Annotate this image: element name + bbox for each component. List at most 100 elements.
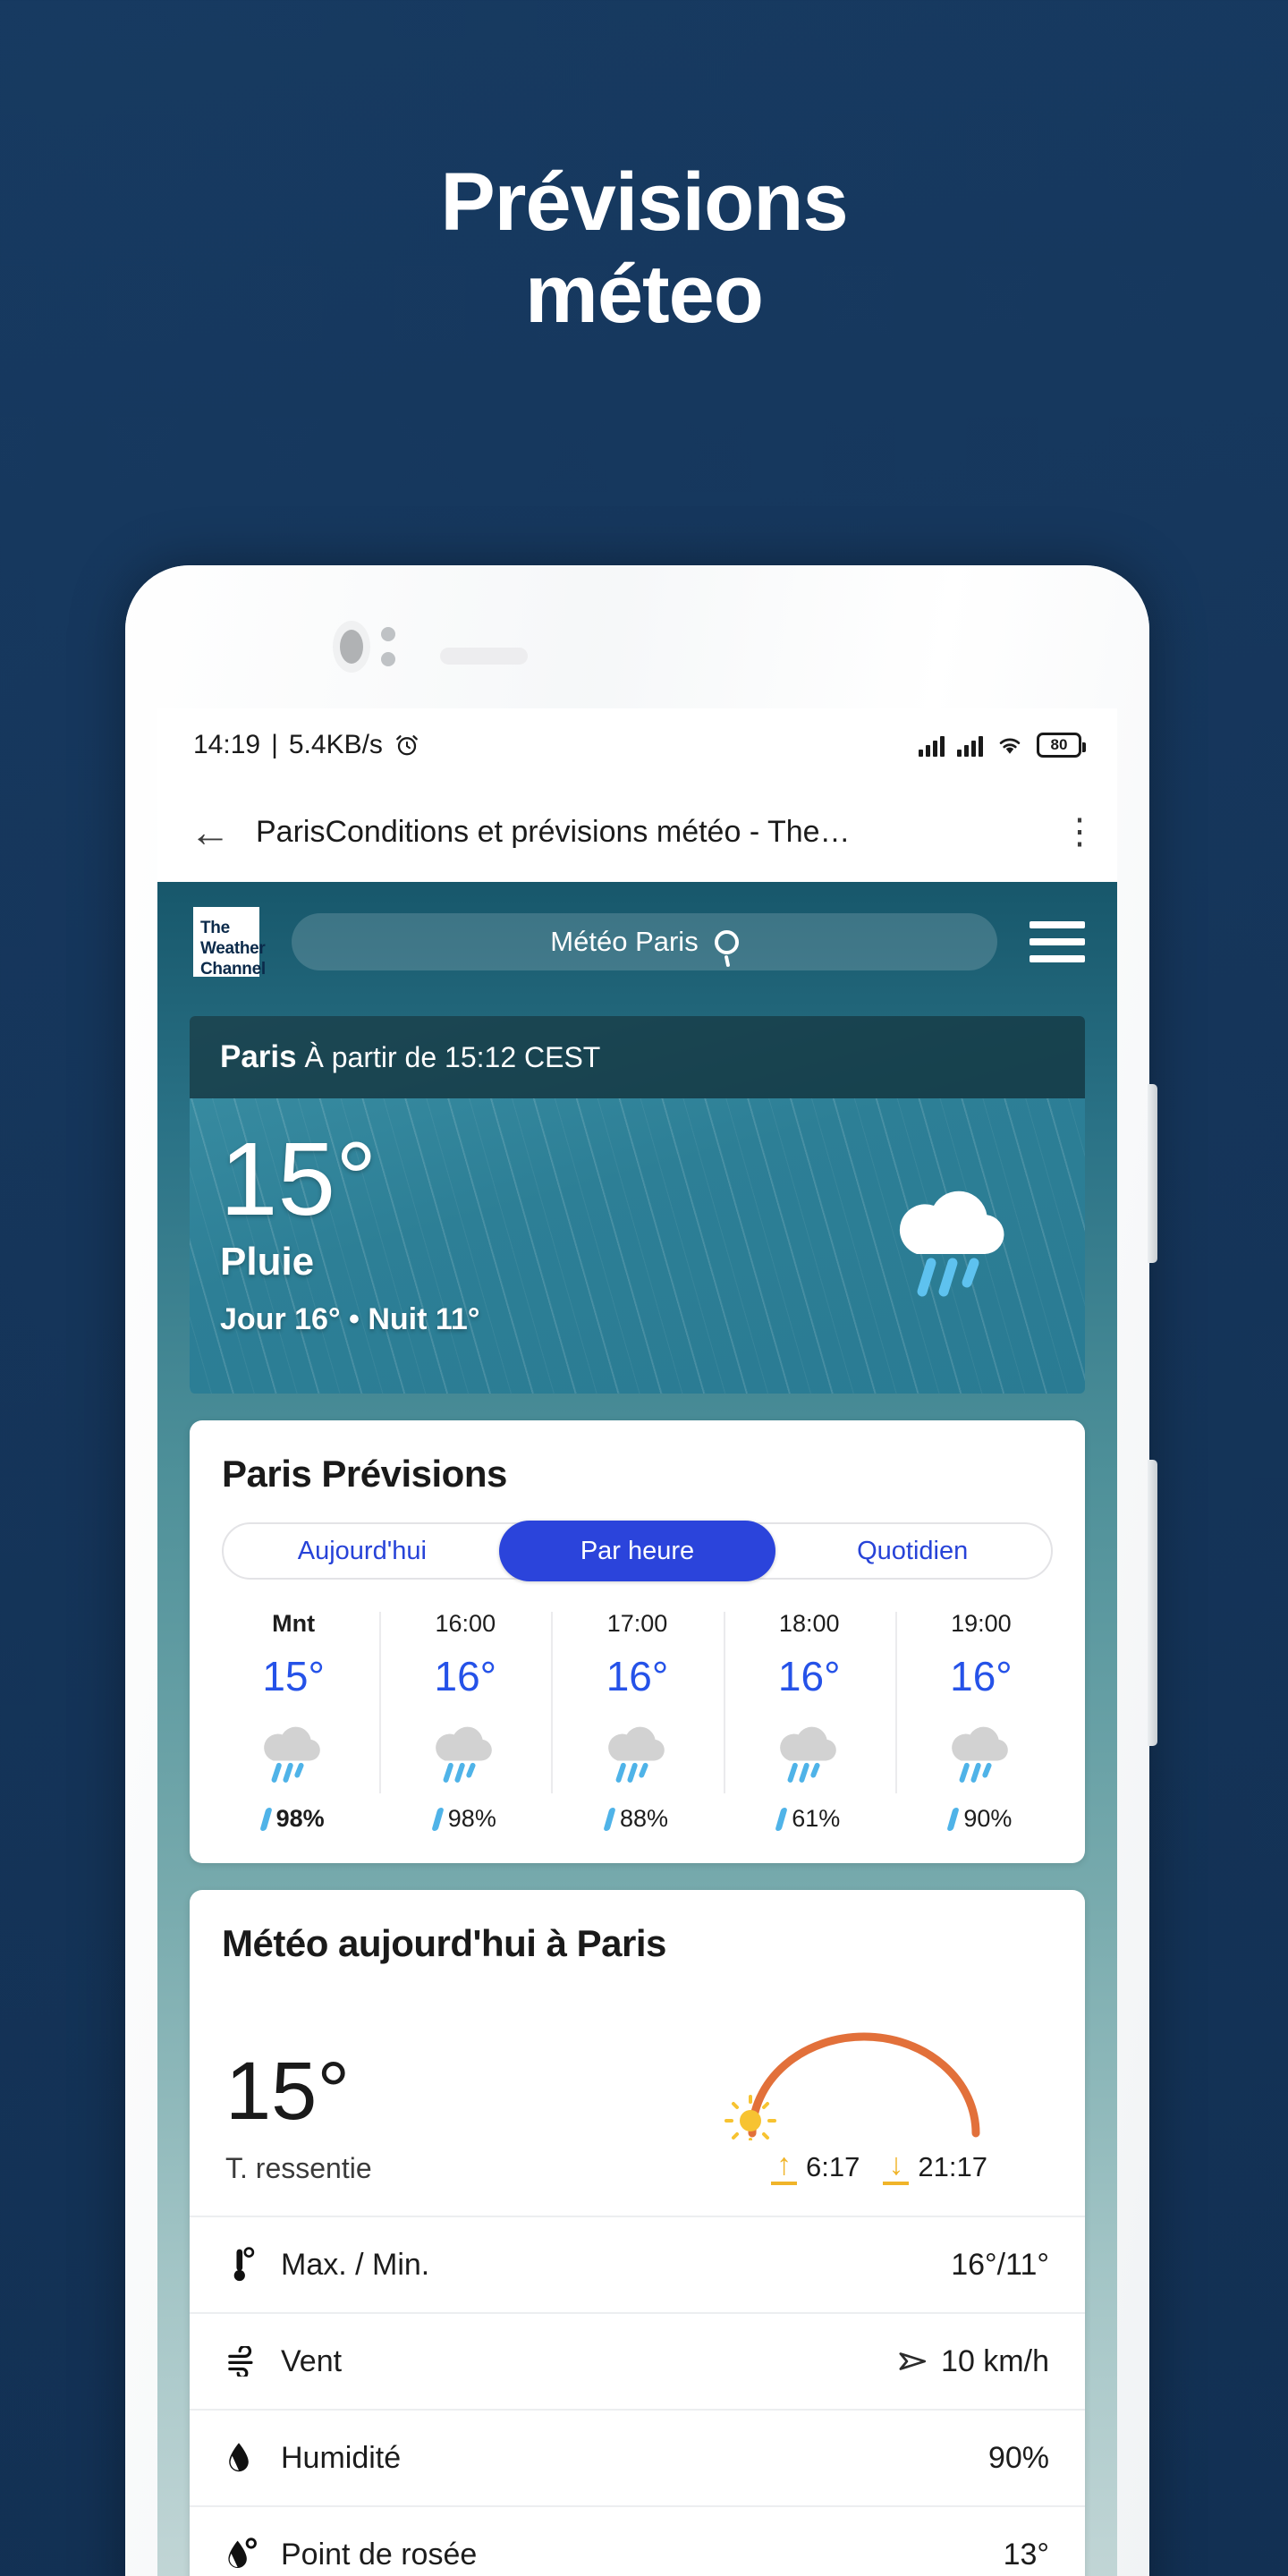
phone-volume-button[interactable] [1148, 1084, 1157, 1263]
tab-par-heure[interactable]: Par heure [498, 1521, 776, 1581]
phone-earpiece-speaker [440, 648, 528, 665]
wifi-icon [999, 738, 1021, 754]
raindrop-icon [946, 1807, 961, 1831]
current-conditions-body: 15° Pluie Jour 16° • Nuit 11° [190, 1098, 1085, 1394]
hour-time: 16:00 [435, 1610, 496, 1637]
hour-temperature: 15° [262, 1653, 325, 1699]
hour-precip-chance: 61% [724, 1805, 895, 1833]
search-input[interactable]: Météo Paris [292, 913, 997, 970]
battery-level-text: 80 [1050, 736, 1068, 753]
hourly-forecast-item[interactable]: 18:00 16° 61% [723, 1610, 895, 1833]
hour-time: 17:00 [606, 1610, 668, 1637]
status-separator: | [271, 730, 278, 759]
hamburger-menu-icon[interactable] [1030, 921, 1085, 962]
hour-time: 18:00 [778, 1610, 840, 1637]
battery-indicator: 80 [1037, 733, 1086, 758]
detail-row-humidity: Humidité 90% [190, 2409, 1085, 2505]
thermometer-icon [225, 2247, 281, 2283]
browser-toolbar: ← ParisConditions et prévisions météo - … [157, 782, 1117, 882]
hero-as-of-time: À partir de 15:12 CEST [304, 1041, 601, 1073]
search-input-value: Météo Paris [550, 926, 699, 957]
signal-bars-sim1-icon [919, 733, 945, 757]
humidity-drop-icon [225, 2441, 281, 2475]
weather-app-header: The Weather Channel Météo Paris [157, 882, 1117, 996]
search-icon[interactable] [714, 929, 739, 954]
hour-precip-chance: 90% [895, 1805, 1067, 1833]
hourly-forecast-item[interactable]: 19:00 16° 90% [894, 1610, 1067, 1833]
hourly-forecast-item[interactable]: Mnt 15° 98% [208, 1610, 379, 1833]
detail-value-group: 10 km/h [898, 2344, 1049, 2379]
rain-cloud-icon [264, 1726, 320, 1783]
hour-temperature: 16° [606, 1653, 669, 1699]
sunrise-sunset-times: ↑ 6:17 ↓ 21:17 [709, 2149, 1049, 2185]
raindrop-icon [258, 1807, 273, 1831]
hour-time: 19:00 [951, 1610, 1012, 1637]
rain-cloud-icon [952, 1726, 1008, 1783]
camera-lens-icon [333, 621, 370, 673]
rain-cloud-icon [607, 1726, 665, 1783]
hour-precip-value: 90% [963, 1805, 1013, 1832]
detail-value: 90% [987, 2440, 1049, 2475]
three-dot-menu-icon[interactable]: ⋮ [1062, 814, 1097, 850]
weather-app-content: The Weather Channel Météo Paris Paris À … [157, 882, 1117, 2576]
today-card-title: Météo aujourd'hui à Paris [222, 1922, 666, 1964]
raindrop-icon [431, 1807, 445, 1831]
wind-icon [225, 2346, 281, 2377]
alarm-clock-icon [396, 735, 418, 756]
raindrop-icon [775, 1807, 788, 1831]
promo-headline: Prévisions méteo [0, 157, 1288, 341]
sensor-dot-icon [381, 652, 395, 666]
logo-line-1: The [200, 919, 230, 937]
phone-screen: 14:19 | 5.4KB/s 80 ← ParisConditions et … [157, 708, 1117, 2576]
sensor-dot-icon [381, 627, 395, 641]
forecast-card-title: Paris Prévisions [222, 1453, 507, 1495]
detail-row-dewpoint: Point de rosée 13° [190, 2505, 1085, 2576]
phone-power-button[interactable] [1148, 1460, 1157, 1746]
status-network-speed: 5.4KB/s [288, 730, 383, 759]
the-weather-channel-logo[interactable]: The Weather Channel [193, 907, 266, 979]
back-arrow-icon[interactable]: ← [190, 811, 231, 852]
status-bar-right: 80 [919, 733, 1086, 758]
dewpoint-drop-icon [225, 2538, 281, 2572]
hour-precip-value: 98% [275, 1805, 325, 1832]
hourly-forecast-item[interactable]: 17:00 16° 88% [551, 1610, 723, 1833]
hourly-forecast-row: Mnt 15° 98% 16:00 16° 98% 17:00 16° 88% … [190, 1580, 1085, 1863]
rain-cloud-icon [779, 1726, 836, 1783]
tab-quotidien[interactable]: Quotidien [774, 1524, 1051, 1578]
sun-arc-graphic [724, 2032, 980, 2140]
logo-line-3: Channel [200, 960, 266, 979]
hourly-forecast-item[interactable]: 16:00 16° 98% [379, 1610, 551, 1833]
forecast-card: Paris Prévisions Aujourd'hui Par heure Q… [190, 1420, 1085, 1863]
browser-page-title: ParisConditions et prévisions météo - Th… [256, 814, 851, 849]
sunrise-arrow-icon: ↑ [771, 2149, 798, 2185]
hero-city-name: Paris [220, 1039, 297, 1074]
phone-sensors [381, 627, 395, 666]
detail-label: Point de rosée [281, 2537, 478, 2572]
promo-headline-text: Prévisions méteo [440, 157, 848, 341]
android-status-bar: 14:19 | 5.4KB/s 80 [157, 708, 1117, 782]
current-conditions-card[interactable]: Paris À partir de 15:12 CEST 15° Pluie J… [190, 1016, 1085, 1394]
sunrise-group: ↑ 6:17 [771, 2149, 860, 2185]
hour-precip-value: 61% [792, 1805, 841, 1832]
status-clock: 14:19 [193, 730, 261, 759]
today-summary: 15° T. ressentie ↑ 6:17 ↓ 21:17 [190, 1965, 1085, 2216]
forecast-tab-group: Aujourd'hui Par heure Quotidien [222, 1521, 1053, 1581]
hour-precip-chance: 98% [208, 1805, 379, 1833]
feels-like-label: T. ressentie [225, 2152, 372, 2184]
tab-aujourdhui[interactable]: Aujourd'hui [224, 1524, 501, 1578]
hour-precip-chance: 98% [379, 1805, 551, 1833]
detail-value: 13° [1003, 2537, 1049, 2572]
signal-bars-sim2-icon [957, 733, 983, 757]
phone-front-camera [333, 621, 395, 673]
detail-label: Max. / Min. [281, 2247, 430, 2282]
wind-direction-arrow-icon [899, 2352, 927, 2370]
detail-value: 10 km/h [941, 2343, 1049, 2378]
hour-precip-value: 88% [619, 1805, 669, 1832]
sunrise-time: 6:17 [806, 2151, 860, 2182]
detail-label: Vent [281, 2343, 343, 2378]
sunset-arrow-icon: ↓ [883, 2149, 910, 2185]
hour-temperature: 16° [434, 1653, 497, 1699]
hour-precip-value: 98% [447, 1805, 496, 1832]
hour-temperature: 16° [777, 1653, 841, 1699]
feels-like-block: 15° T. ressentie [225, 2050, 709, 2185]
